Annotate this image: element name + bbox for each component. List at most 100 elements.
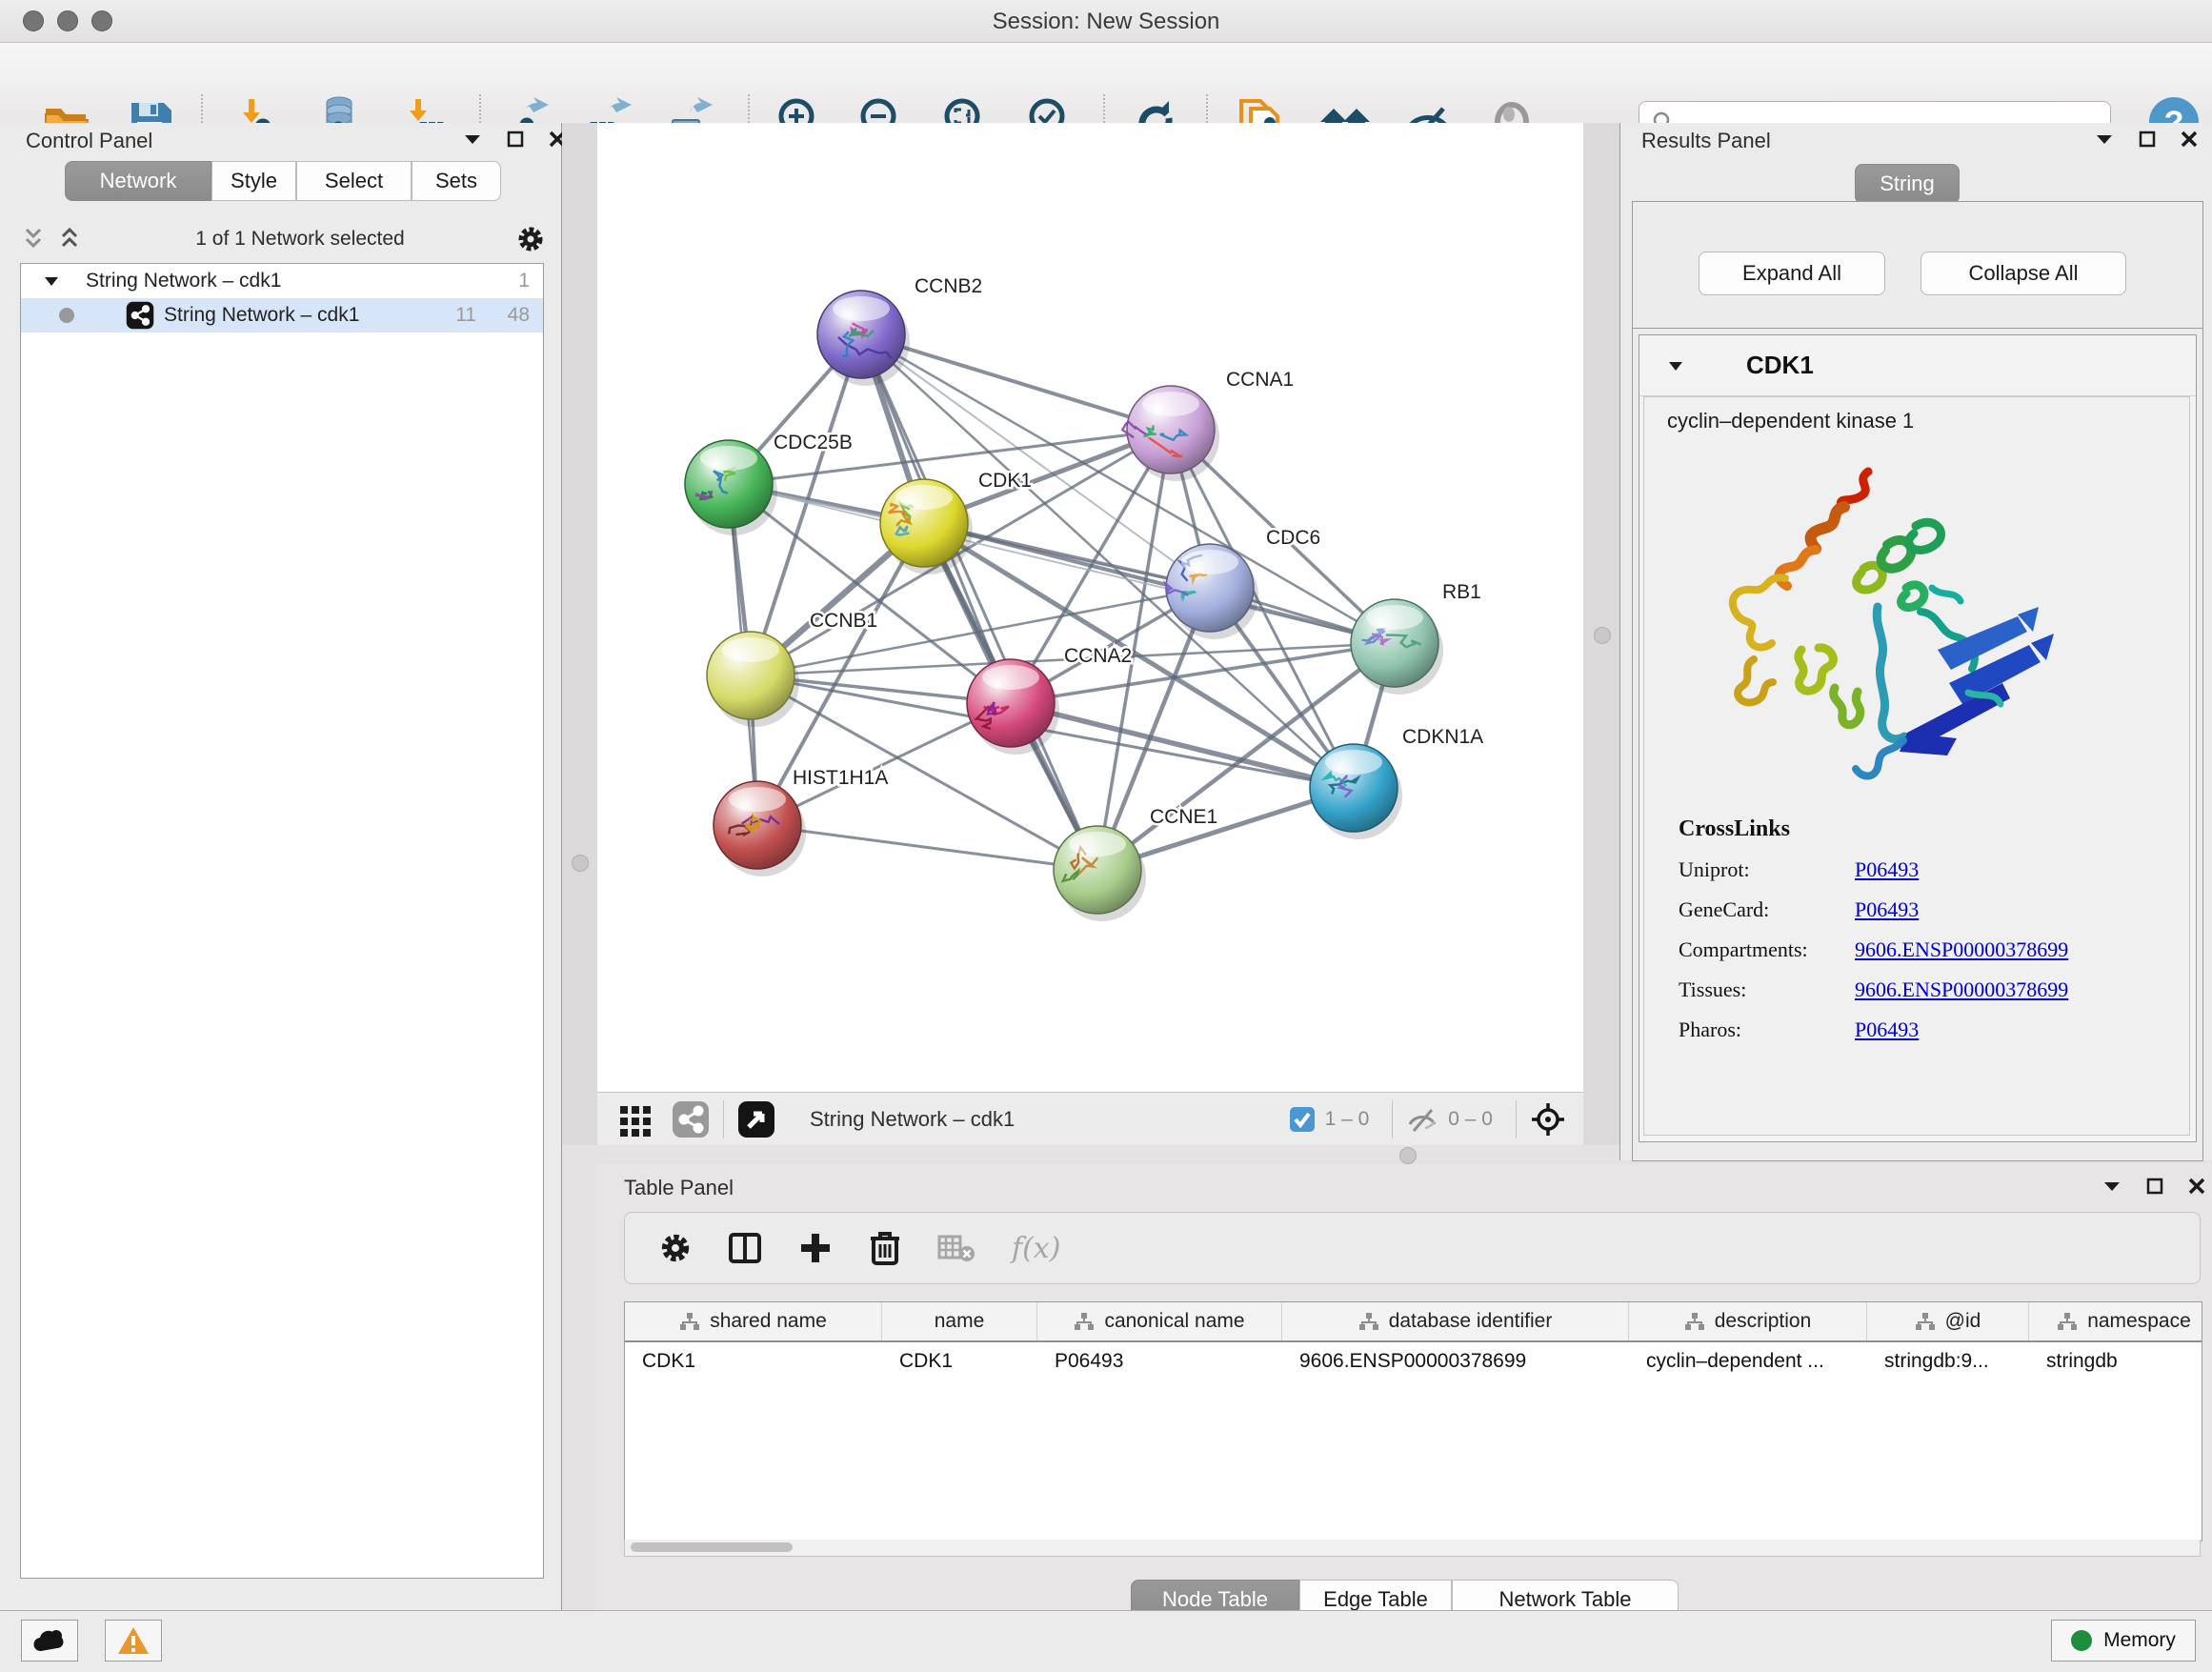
- delete-table-icon[interactable]: [937, 1233, 975, 1263]
- delete-column-icon[interactable]: [869, 1230, 901, 1266]
- node-CDKN1A[interactable]: CDKN1A: [1310, 726, 1483, 839]
- crosslink-link[interactable]: P06493: [1855, 857, 1919, 882]
- column-header-shared-name[interactable]: shared name: [625, 1302, 882, 1340]
- node-CDC25B[interactable]: CDC25B: [685, 432, 853, 535]
- tab-network[interactable]: Network: [65, 161, 211, 201]
- expand-all-button[interactable]: Expand All: [1699, 252, 1885, 295]
- node-CCNA1[interactable]: CCNA1: [1122, 369, 1294, 481]
- splitter-handle[interactable]: [1399, 1147, 1417, 1164]
- show-grid-icon[interactable]: [618, 1102, 653, 1137]
- protein-card-header[interactable]: CDK1: [1639, 335, 2196, 396]
- node-CDK1[interactable]: CDK1: [880, 470, 1032, 574]
- network-tree-row[interactable]: String Network – cdk11148: [21, 298, 543, 332]
- column-attribute-icon: [1684, 1312, 1705, 1331]
- float-menu-icon[interactable]: [463, 132, 482, 146]
- hidden-eye-icon[interactable]: [1406, 1105, 1438, 1134]
- table-options-gear-icon[interactable]: [659, 1232, 692, 1264]
- tree-expander-icon[interactable]: [44, 275, 59, 287]
- network-canvas[interactable]: CCNB2CCNA1CDC25BCDK1CDC6RB1CCNB1CCNA2CDK…: [597, 123, 1583, 1092]
- crosslink-label: Compartments:: [1679, 937, 1855, 962]
- status-bar: Memory: [0, 1610, 2212, 1672]
- memory-button[interactable]: Memory: [2051, 1620, 2196, 1662]
- selected-checkbox-icon[interactable]: [1289, 1106, 1316, 1133]
- network-collection-label: String Network – cdk1: [86, 270, 518, 292]
- crosslink-link[interactable]: P06493: [1855, 897, 1919, 922]
- column-header-database-identifier[interactable]: database identifier: [1282, 1302, 1629, 1340]
- warnings-button[interactable]: [105, 1620, 162, 1662]
- cell-description[interactable]: cyclin–dependent ...: [1629, 1342, 1867, 1380]
- edge-HIST1H1A-CCNE1[interactable]: [757, 825, 1097, 870]
- string-app-icon[interactable]: [672, 1100, 710, 1138]
- crosslink-row: Tissues:9606.ENSP00000378699: [1679, 977, 2068, 1002]
- column-header-canonical-name[interactable]: canonical name: [1037, 1302, 1282, 1340]
- float-menu-icon[interactable]: [2102, 1179, 2122, 1193]
- toolbar-separator: [1392, 1100, 1393, 1138]
- add-column-icon[interactable]: [798, 1231, 833, 1265]
- cell-shared-name[interactable]: CDK1: [625, 1342, 882, 1380]
- column-header--id[interactable]: @id: [1867, 1302, 2029, 1340]
- node-CCNB2[interactable]: CCNB2: [817, 275, 982, 386]
- control-panel-tabs: NetworkStyleSelectSets: [65, 161, 501, 201]
- collapse-card-icon[interactable]: [1668, 360, 1683, 372]
- column-header-namespace[interactable]: namespace: [2029, 1302, 2202, 1340]
- results-panel: Results Panel String Expand All Collapse…: [1619, 123, 2212, 1160]
- tab-sets[interactable]: Sets: [412, 161, 501, 201]
- warning-icon: [117, 1626, 150, 1655]
- node-HIST1H1A[interactable]: HIST1H1A: [714, 767, 888, 876]
- crosslink-row: GeneCard:P06493: [1679, 897, 2068, 922]
- crosslink-link[interactable]: 9606.ENSP00000378699: [1855, 937, 2068, 962]
- float-panel-icon[interactable]: [2139, 131, 2156, 148]
- title-bar: Session: New Session: [0, 0, 2212, 43]
- column-header-description[interactable]: description: [1629, 1302, 1867, 1340]
- tab-style[interactable]: Style: [211, 161, 296, 201]
- vertical-splitter[interactable]: [1583, 123, 1619, 1145]
- float-panel-icon[interactable]: [2146, 1178, 2163, 1195]
- table-row[interactable]: CDK1CDK1P064939606.ENSP00000378699cyclin…: [625, 1342, 2202, 1380]
- collapse-all-icon[interactable]: [19, 227, 48, 252]
- node-label-RB1: RB1: [1442, 581, 1481, 603]
- splitter-handle[interactable]: [572, 855, 589, 872]
- edge-CDK1-RB1[interactable]: [924, 523, 1395, 643]
- node-CCNB1[interactable]: CCNB1: [707, 610, 877, 727]
- node-CDC6[interactable]: CDC6: [1166, 527, 1321, 639]
- expand-all-icon[interactable]: [55, 227, 84, 252]
- column-header-name[interactable]: name: [882, 1302, 1037, 1340]
- cell--id[interactable]: stringdb:9...: [1867, 1342, 2029, 1380]
- close-panel-icon[interactable]: [2188, 1178, 2205, 1195]
- vertical-splitter[interactable]: [562, 123, 597, 1145]
- cell-namespace[interactable]: stringdb: [2029, 1342, 2202, 1380]
- node-table[interactable]: shared namenamecanonical namedatabase id…: [624, 1301, 2202, 1541]
- column-attribute-icon: [1074, 1312, 1095, 1331]
- tab-select[interactable]: Select: [296, 161, 412, 201]
- cell-canonical-name[interactable]: P06493: [1037, 1342, 1282, 1380]
- cell-database-identifier[interactable]: 9606.ENSP00000378699: [1282, 1342, 1629, 1380]
- float-menu-icon[interactable]: [2095, 132, 2114, 146]
- results-panel-title: Results Panel: [1641, 129, 1771, 153]
- node-RB1[interactable]: RB1: [1351, 581, 1481, 695]
- splitter-handle[interactable]: [1594, 627, 1611, 644]
- cloud-icon: [32, 1628, 67, 1653]
- crosslink-link[interactable]: P06493: [1855, 1017, 1919, 1042]
- network-selection-status: 1 of 1 Network selected: [84, 228, 516, 251]
- edge-CCNB2-CCNE1[interactable]: [861, 334, 1097, 870]
- show-columns-icon[interactable]: [728, 1231, 762, 1265]
- protein-structure-image: [1682, 454, 2063, 807]
- function-builder-icon[interactable]: f(x): [1012, 1232, 1060, 1265]
- table-horizontal-scrollbar[interactable]: [624, 1540, 2201, 1557]
- network-tree: String Network – cdk1 1 String Network –…: [20, 263, 544, 1579]
- cell-name[interactable]: CDK1: [882, 1342, 1037, 1380]
- float-panel-icon[interactable]: [507, 131, 524, 148]
- tab-string[interactable]: String: [1855, 164, 1960, 204]
- birds-eye-view-icon[interactable]: [737, 1100, 775, 1138]
- crosslink-row: Uniprot:P06493: [1679, 857, 2068, 882]
- column-attribute-icon: [1358, 1312, 1379, 1331]
- cloud-tasks-button[interactable]: [21, 1620, 78, 1662]
- crosslink-link[interactable]: 9606.ENSP00000378699: [1855, 977, 2068, 1002]
- scrollbar-thumb[interactable]: [631, 1542, 793, 1552]
- table-header-row: shared namenamecanonical namedatabase id…: [625, 1302, 2202, 1342]
- network-collection-row[interactable]: String Network – cdk1 1: [21, 264, 543, 298]
- close-panel-icon[interactable]: [2181, 131, 2198, 148]
- collapse-all-button[interactable]: Collapse All: [1920, 252, 2126, 295]
- network-options-gear-icon[interactable]: [516, 225, 545, 253]
- fit-selected-crosshair-icon[interactable]: [1530, 1101, 1566, 1138]
